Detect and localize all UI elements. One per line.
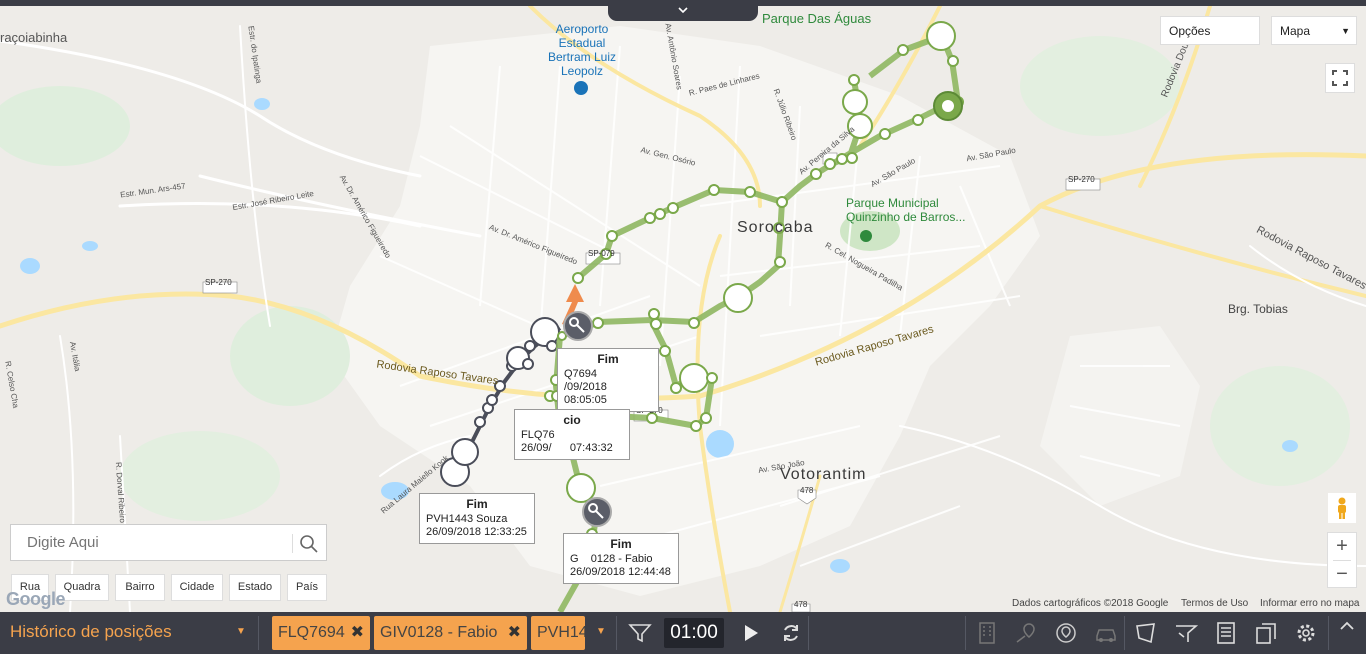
vehicle-chip[interactable]: FLQ7694 ✖ (272, 616, 370, 650)
bottom-toolbar: Histórico de posições ▼ FLQ7694 ✖ GIV012… (0, 612, 1366, 654)
filter-country-button[interactable]: País (287, 574, 327, 601)
toolbar-divider (616, 616, 617, 650)
end-marker-icon[interactable] (563, 311, 593, 341)
zoom-control: + − (1327, 532, 1357, 588)
play-icon[interactable] (737, 620, 763, 646)
top-panel-toggle[interactable] (608, 0, 758, 21)
toolbar-divider (965, 616, 966, 650)
route-end-tooltip: Fim G 0128 - Fabio 26/09/2018 12:44:48 (563, 533, 679, 584)
chevron-up-icon[interactable] (1334, 614, 1360, 640)
map-label-shield: 478 (794, 600, 808, 609)
toolbar-divider (808, 616, 809, 650)
playback-speed[interactable]: 01:00 (664, 618, 724, 648)
vehicle-chip-label: FLQ7694 (278, 624, 345, 641)
fullscreen-button[interactable] (1325, 63, 1355, 93)
fence-icon[interactable] (1053, 620, 1079, 646)
route-icon[interactable] (1173, 620, 1199, 646)
tooltip-vehicle: Q7694 (564, 368, 598, 380)
map-label-park: Parque Das Águas (762, 11, 872, 26)
search-divider (292, 534, 293, 553)
google-logo[interactable]: Google (6, 589, 66, 610)
map-label-airport: Aeroporto Estadual Bertram Luiz Leopolz (547, 22, 617, 78)
report-icon[interactable] (1213, 620, 1239, 646)
tooltip-time: 26/09/2018 12:44:48 (570, 566, 671, 578)
report-error-link[interactable]: Informar erro no mapa (1260, 598, 1360, 609)
app-root: raçoiabinha Aeroporto Estadual Bertram L… (0, 0, 1366, 654)
search-icon[interactable] (299, 534, 319, 554)
map-label-shield: SP-270 (1068, 175, 1095, 184)
tooltip-title: Fim (610, 537, 632, 551)
filter-neighborhood-button[interactable]: Bairro (115, 574, 165, 601)
tooltip-title: cio (563, 413, 581, 427)
toolbar-divider (258, 616, 259, 650)
tooltip-vehicle: G 0128 - Fabio (570, 553, 653, 565)
chevron-down-icon: ▼ (1341, 26, 1350, 36)
toolbar-divider (1124, 616, 1125, 650)
chevron-down-icon[interactable]: ▼ (596, 626, 606, 637)
toolbar-divider (1328, 616, 1329, 650)
vehicle-chip[interactable]: GIV0128 - Fabio ✖ (374, 616, 527, 650)
pegman-icon (1338, 497, 1346, 519)
search-input[interactable] (11, 525, 291, 560)
polygon-icon[interactable] (1133, 620, 1159, 646)
tooltip-vehicle: FLQ76 (521, 429, 555, 441)
filter-state-button[interactable]: Estado (229, 574, 281, 601)
route-end-tooltip: Fim PVH1443 Souza 26/09/2018 12:33:25 (419, 493, 535, 544)
history-selector-label[interactable]: Histórico de posições (10, 622, 172, 642)
address-search (10, 524, 327, 561)
map-label-park-municipal: Parque Municipal Quinzinho de Barros... (846, 196, 966, 224)
filter-icon[interactable] (627, 620, 653, 646)
tooltip-time: 26/09/ 07:43:32 (521, 442, 613, 454)
vehicle-icon[interactable] (1093, 620, 1119, 646)
end-marker-icon[interactable] (582, 497, 612, 527)
zoom-in-button[interactable]: + (1328, 533, 1356, 560)
map-label-city: Sorocaba (737, 219, 814, 236)
map-type-select[interactable]: Mapa ▼ (1271, 16, 1357, 45)
tooltip-time: 26/09/2018 12:33:25 (426, 526, 527, 538)
chevron-down-icon[interactable]: ▼ (236, 626, 246, 637)
route-end-tooltip: Fim Q7694 /09/2018 08:05:05 (557, 348, 659, 412)
tooltip-vehicle: PVH1443 Souza (426, 513, 508, 525)
remove-chip-icon[interactable]: ✖ (351, 616, 364, 650)
vehicle-chip[interactable]: PVH14 (531, 616, 585, 650)
reports-icon[interactable] (1253, 620, 1279, 646)
location-history-icon[interactable] (1013, 620, 1039, 646)
fullscreen-icon (1332, 70, 1348, 86)
options-button[interactable]: Opções (1160, 16, 1260, 45)
remove-chip-icon[interactable]: ✖ (508, 616, 521, 650)
map-label-district: Brg. Tobias (1228, 302, 1288, 316)
map-data-attribution: Dados cartográficos ©2018 Google (1012, 598, 1169, 609)
tooltip-time: /09/2018 08:05:05 (564, 381, 607, 406)
filter-city-button[interactable]: Cidade (171, 574, 223, 601)
terms-link[interactable]: Termos de Uso (1181, 598, 1248, 609)
settings-icon[interactable] (1293, 620, 1319, 646)
tooltip-title: Fim (466, 497, 488, 511)
map-label-town: raçoiabinha (0, 30, 68, 45)
map-label-shield: 478 (800, 486, 814, 495)
tooltip-title: Fim (597, 352, 619, 366)
map-type-label: Mapa (1280, 24, 1311, 38)
refresh-icon[interactable] (778, 620, 804, 646)
vehicle-chip-label: GIV0128 - Fabio (380, 624, 498, 641)
map-canvas[interactable] (0, 6, 1366, 612)
building-icon[interactable] (974, 620, 1000, 646)
route-start-tooltip: cio FLQ76 26/09/ 07:43:32 (514, 409, 630, 460)
street-view-button[interactable] (1328, 493, 1356, 523)
chevron-down-icon (678, 7, 688, 14)
map-label-shield: SP-079 (588, 249, 615, 258)
vehicle-chip-label: PVH14 (537, 624, 585, 641)
zoom-out-button[interactable]: − (1328, 561, 1356, 588)
map-label-shield: SP-270 (205, 278, 232, 287)
